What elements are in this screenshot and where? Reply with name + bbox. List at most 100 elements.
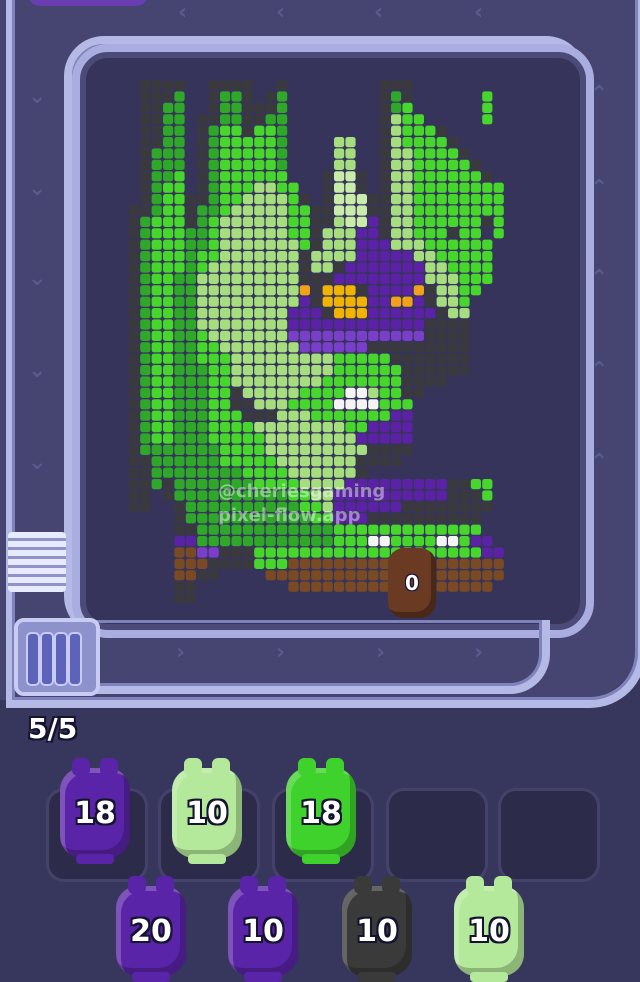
- pixel-cell: [151, 444, 162, 455]
- pixel-cell: [208, 194, 219, 205]
- pixel-cell: [208, 296, 219, 307]
- pixel-cell: [402, 216, 413, 227]
- pixel-cell: [208, 273, 219, 284]
- pixel-cell: [163, 296, 174, 307]
- pixel-cell: [140, 239, 151, 250]
- pixel-cell: [174, 182, 185, 193]
- pixel-cell: [356, 308, 367, 319]
- pixel-cell: [277, 570, 288, 581]
- pixel-cell: [174, 171, 185, 182]
- pixel-cell: [482, 558, 493, 569]
- holding-slot-5[interactable]: [498, 788, 600, 882]
- pixel-cell: [128, 251, 139, 262]
- pixel-cell: [174, 216, 185, 227]
- pixel-cell: [174, 558, 185, 569]
- progress-counter: 5/5: [28, 712, 78, 745]
- pixel-cell: [379, 262, 390, 273]
- pixel-cell: [231, 410, 242, 421]
- pixel-cell: [174, 479, 185, 490]
- pixel-cell: [436, 228, 447, 239]
- pixel-cell: [242, 262, 253, 273]
- pixel-cell: [174, 353, 185, 364]
- slot-piece-1[interactable]: 18: [60, 758, 130, 864]
- pixel-cell: [459, 513, 470, 524]
- spool-dispenser[interactable]: [14, 618, 100, 696]
- runner-piece[interactable]: 0: [388, 548, 436, 618]
- pixel-cell: [368, 387, 379, 398]
- pixel-cell: [288, 422, 299, 433]
- queue-piece-4[interactable]: 10: [454, 876, 524, 982]
- pixel-cell: [265, 308, 276, 319]
- pixel-cell: [242, 433, 253, 444]
- pixel-cell: [197, 501, 208, 512]
- pixel-cell: [345, 262, 356, 273]
- slot-piece-3[interactable]: 18: [286, 758, 356, 864]
- pixel-cell: [299, 422, 310, 433]
- pixel-cell: [345, 273, 356, 284]
- pixel-cell: [436, 376, 447, 387]
- pixel-cell: [368, 399, 379, 410]
- pixel-cell: [197, 182, 208, 193]
- pixel-cell: [288, 410, 299, 421]
- pixel-cell: [322, 547, 333, 558]
- pixel-cell: [322, 296, 333, 307]
- pixel-cell: [163, 422, 174, 433]
- chevron-down-icon: ⌄: [28, 266, 47, 291]
- holding-slot-4[interactable]: [386, 788, 488, 882]
- queue-piece-3[interactable]: 10: [342, 876, 412, 982]
- pixel-cell: [470, 524, 481, 535]
- pixel-cell: [242, 456, 253, 467]
- pixel-cell: [322, 171, 333, 182]
- pixel-cell: [368, 570, 379, 581]
- pixel-cell: [391, 80, 402, 91]
- pixel-cell: [345, 342, 356, 353]
- pixel-cell: [128, 353, 139, 364]
- pixel-cell: [277, 216, 288, 227]
- pixel-cell: [242, 308, 253, 319]
- pixel-cell: [459, 228, 470, 239]
- pixel-cell: [345, 205, 356, 216]
- pixel-cell: [185, 524, 196, 535]
- pixel-cell: [254, 547, 265, 558]
- slot-piece-2[interactable]: 10: [172, 758, 242, 864]
- pixel-cell: [448, 353, 459, 364]
- pixel-cell: [413, 273, 424, 284]
- pixel-cell: [220, 422, 231, 433]
- pixel-cell: [311, 308, 322, 319]
- pixel-cell: [425, 216, 436, 227]
- pixel-cell: [448, 365, 459, 376]
- pixel-cell: [311, 570, 322, 581]
- pixel-cell: [140, 171, 151, 182]
- queue-piece-1[interactable]: 20: [116, 876, 186, 982]
- pixel-cell: [299, 570, 310, 581]
- pixel-cell: [436, 536, 447, 547]
- pixel-cell: [128, 422, 139, 433]
- pixel-cell: [197, 570, 208, 581]
- pixel-cell: [174, 456, 185, 467]
- pixel-cell: [436, 524, 447, 535]
- pixel-cell: [151, 330, 162, 341]
- pixel-cell: [299, 456, 310, 467]
- pixel-cell: [140, 342, 151, 353]
- pixel-cell: [391, 262, 402, 273]
- pixel-cell: [356, 444, 367, 455]
- pixel-cell: [140, 422, 151, 433]
- pixel-cell: [402, 125, 413, 136]
- pixel-cell: [299, 376, 310, 387]
- pixel-cell: [163, 125, 174, 136]
- pixel-cell: [436, 148, 447, 159]
- pixel-cell: [185, 308, 196, 319]
- pixel-cell: [425, 342, 436, 353]
- pixel-cell: [163, 262, 174, 273]
- pixel-cell: [345, 365, 356, 376]
- pixel-cell: [436, 205, 447, 216]
- pixel-cell: [265, 410, 276, 421]
- queue-piece-2[interactable]: 10: [228, 876, 298, 982]
- pixel-cell: [413, 513, 424, 524]
- pixel-cell: [277, 137, 288, 148]
- pixel-cell: [288, 387, 299, 398]
- pixel-cell: [334, 171, 345, 182]
- pixel-cell: [322, 216, 333, 227]
- pixel-cell: [288, 342, 299, 353]
- pixel-cell: [174, 308, 185, 319]
